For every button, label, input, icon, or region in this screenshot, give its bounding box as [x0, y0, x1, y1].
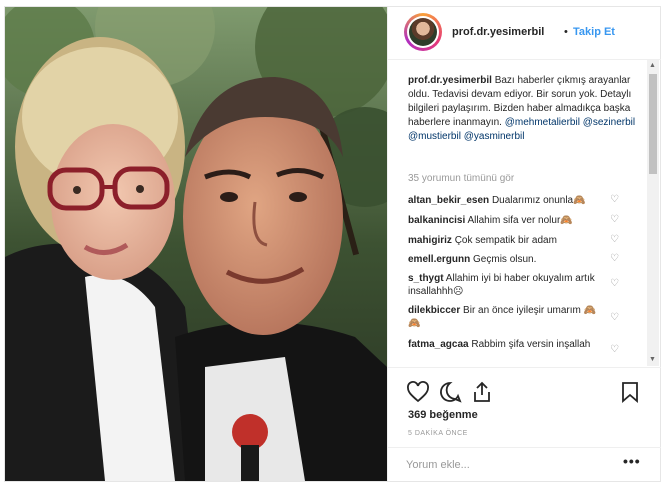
mention-link[interactable]: @mustierbil [408, 131, 461, 142]
comment-text: Allahim sifa ver nolur🙈 [467, 215, 573, 226]
comment-username[interactable]: altan_bekir_esen [408, 195, 489, 206]
more-options-icon[interactable]: ••• [623, 453, 641, 469]
comment-like-icon[interactable]: ♡ [610, 194, 619, 205]
likes-count[interactable]: 369 beğenme [408, 409, 478, 421]
post-timestamp[interactable]: 5 DAKİKA ÖNCE [408, 430, 468, 437]
comment-username[interactable]: dilekbiccer [408, 305, 460, 316]
comment-username[interactable]: s_thygt [408, 273, 444, 284]
comment-like-icon[interactable]: ♡ [610, 234, 619, 245]
comment-text: Dualarımız onunla🙈 [491, 195, 586, 206]
view-all-comments[interactable]: 35 yorumun tümünü gör [408, 173, 514, 184]
comment-row: balkanincisi Allahim sifa ver nolur🙈 [408, 214, 624, 227]
scrollbar-thumb[interactable] [649, 74, 657, 174]
share-icon[interactable] [470, 380, 494, 404]
comment-text: Geçmis olsun. [473, 254, 537, 265]
comment-row: emell.ergunn Geçmis olsun. [408, 253, 624, 266]
comment-like-icon[interactable]: ♡ [610, 344, 619, 355]
scroll-down-icon[interactable]: ▼ [649, 356, 656, 364]
comment-row: s_thygt Allahim iyi bi haber okuyalım ar… [408, 272, 608, 298]
post-header: prof.dr.yesimerbil • Takip Et [388, 7, 661, 60]
avatar-image [409, 18, 437, 46]
comments-area[interactable]: prof.dr.yesimerbil Bazı haberler çıkmış … [388, 60, 650, 366]
action-bar: 369 beğenme 5 DAKİKA ÖNCE [388, 367, 661, 448]
comment-row: dilekbiccer Bir an önce iyileşir umarım … [408, 304, 608, 330]
selfie-image [5, 7, 387, 481]
comment-text: Rabbim şifa versin inşallah [471, 339, 591, 350]
bookmark-icon[interactable] [618, 380, 642, 404]
story-ring[interactable] [404, 13, 442, 51]
comment-row: fatma_agcaa Rabbim şifa versin inşallah [408, 338, 608, 351]
caption: prof.dr.yesimerbil Bazı haberler çıkmış … [408, 74, 644, 144]
avatar[interactable] [407, 16, 439, 48]
mention-link[interactable]: @sezinerbil [583, 117, 635, 128]
comment-username[interactable]: fatma_agcaa [408, 339, 469, 350]
comment-username[interactable]: mahigiriz [408, 235, 452, 246]
comment-username[interactable]: balkanincisi [408, 215, 465, 226]
header-separator: • [564, 26, 568, 38]
header-username[interactable]: prof.dr.yesimerbil [452, 26, 544, 38]
comment-row: altan_bekir_esen Dualarımız onunla🙈 [408, 194, 624, 207]
mention-link[interactable]: @yasminerbil [464, 131, 525, 142]
comment-like-icon[interactable]: ♡ [610, 253, 619, 264]
comment-row: mahigiriz Çok sempatik bir adam [408, 234, 624, 247]
follow-button[interactable]: Takip Et [573, 26, 615, 38]
caption-username[interactable]: prof.dr.yesimerbil [408, 75, 492, 86]
scroll-up-icon[interactable]: ▲ [649, 62, 656, 70]
comment-username[interactable]: emell.ergunn [408, 254, 470, 265]
heart-icon[interactable] [406, 380, 430, 404]
add-comment-bar: ••• [388, 447, 661, 482]
comment-like-icon[interactable]: ♡ [610, 214, 619, 225]
comments-scrollbar[interactable]: ▲ ▼ [647, 60, 659, 366]
add-comment-input[interactable] [406, 457, 606, 473]
post-panel: prof.dr.yesimerbil • Takip Et prof.dr.ye… [387, 7, 661, 481]
post-photo[interactable] [5, 7, 387, 481]
post-frame: prof.dr.yesimerbil • Takip Et prof.dr.ye… [4, 6, 661, 482]
comment-text: Çok sempatik bir adam [454, 235, 557, 246]
comment-like-icon[interactable]: ♡ [610, 278, 619, 289]
mention-link[interactable]: @mehmetalierbil [505, 117, 580, 128]
comment-icon[interactable] [438, 380, 462, 404]
comment-like-icon[interactable]: ♡ [610, 312, 619, 323]
